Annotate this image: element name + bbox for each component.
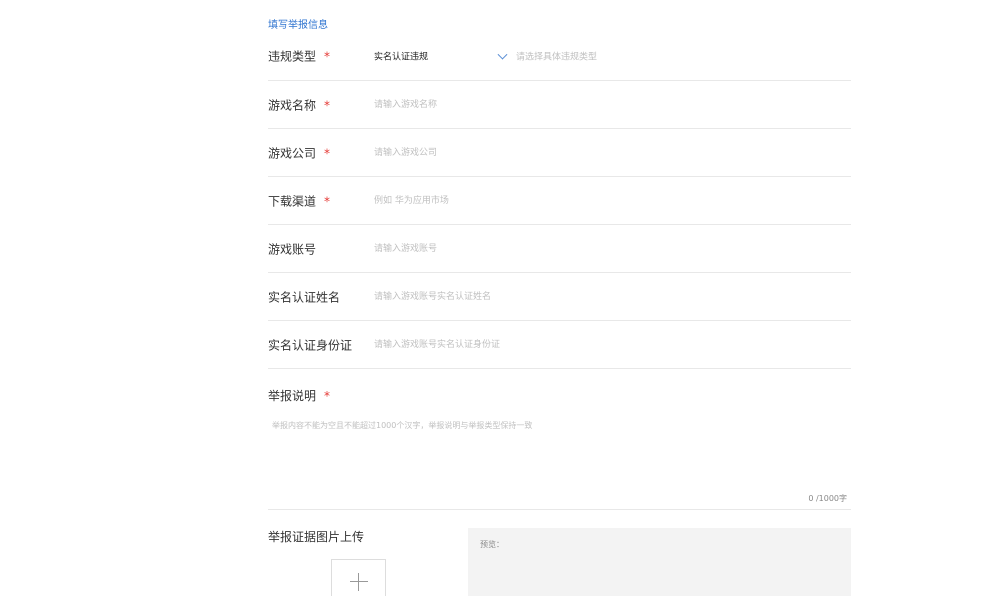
preview-label: 预览： [480, 540, 504, 549]
required-mark: * [324, 146, 331, 160]
required-mark: * [324, 389, 331, 403]
realname-name-row: 实名认证姓名 [268, 273, 851, 321]
game-company-row: 游戏公司 * [268, 129, 851, 177]
game-company-label: 游戏公司 * [268, 146, 331, 160]
description-textarea[interactable] [272, 420, 832, 480]
report-form-page: 填写举报信息 违规类型* 实名认证违规 请选择具体违规类型 游戏名称* 游戏公司… [0, 0, 1000, 596]
plus-icon [349, 573, 368, 591]
game-account-row: 游戏账号 [268, 225, 851, 273]
game-name-label: 游戏名称 * [268, 98, 331, 112]
violation-type-select[interactable]: 实名认证违规 [374, 50, 428, 63]
chevron-down-icon[interactable] [497, 49, 508, 60]
download-channel-row: 下载渠道 * [268, 177, 851, 225]
evidence-upload-section: 举报证据图片上传 预览： [268, 510, 851, 596]
realname-name-input[interactable] [374, 286, 814, 307]
realname-id-label: 实名认证身份证 [268, 338, 353, 352]
game-name-input[interactable] [374, 94, 814, 115]
description-block: 举报说明* 0 /1000字 [268, 369, 851, 510]
violation-type-label: 违规类型 * [268, 49, 331, 64]
game-account-input[interactable] [374, 238, 814, 259]
preview-panel: 预览： [468, 528, 851, 596]
download-channel-input[interactable] [374, 190, 814, 211]
violation-type-row: 违规类型 * 实名认证违规 请选择具体违规类型 [268, 32, 851, 81]
game-name-row: 游戏名称 * [268, 81, 851, 129]
violation-subtype-select[interactable]: 请选择具体违规类型 [516, 50, 597, 63]
char-counter: 0 /1000字 [808, 494, 847, 503]
game-company-input[interactable] [374, 142, 814, 163]
required-mark: * [324, 98, 331, 112]
upload-image-button[interactable] [331, 559, 386, 596]
section-title: 填写举报信息 [268, 20, 328, 31]
realname-name-label: 实名认证姓名 [268, 290, 341, 304]
realname-id-input[interactable] [374, 334, 814, 355]
download-channel-label: 下载渠道 * [268, 194, 331, 208]
upload-label: 举报证据图片上传 [268, 530, 365, 544]
required-mark: * [324, 194, 331, 208]
report-form: 违规类型* 实名认证违规 请选择具体违规类型 游戏名称* 游戏公司* 下载渠道*… [268, 32, 851, 596]
realname-id-row: 实名认证身份证 [268, 321, 851, 369]
required-mark: * [324, 49, 331, 64]
game-account-label: 游戏账号 [268, 242, 317, 256]
description-label: 举报说明 * [268, 389, 331, 403]
